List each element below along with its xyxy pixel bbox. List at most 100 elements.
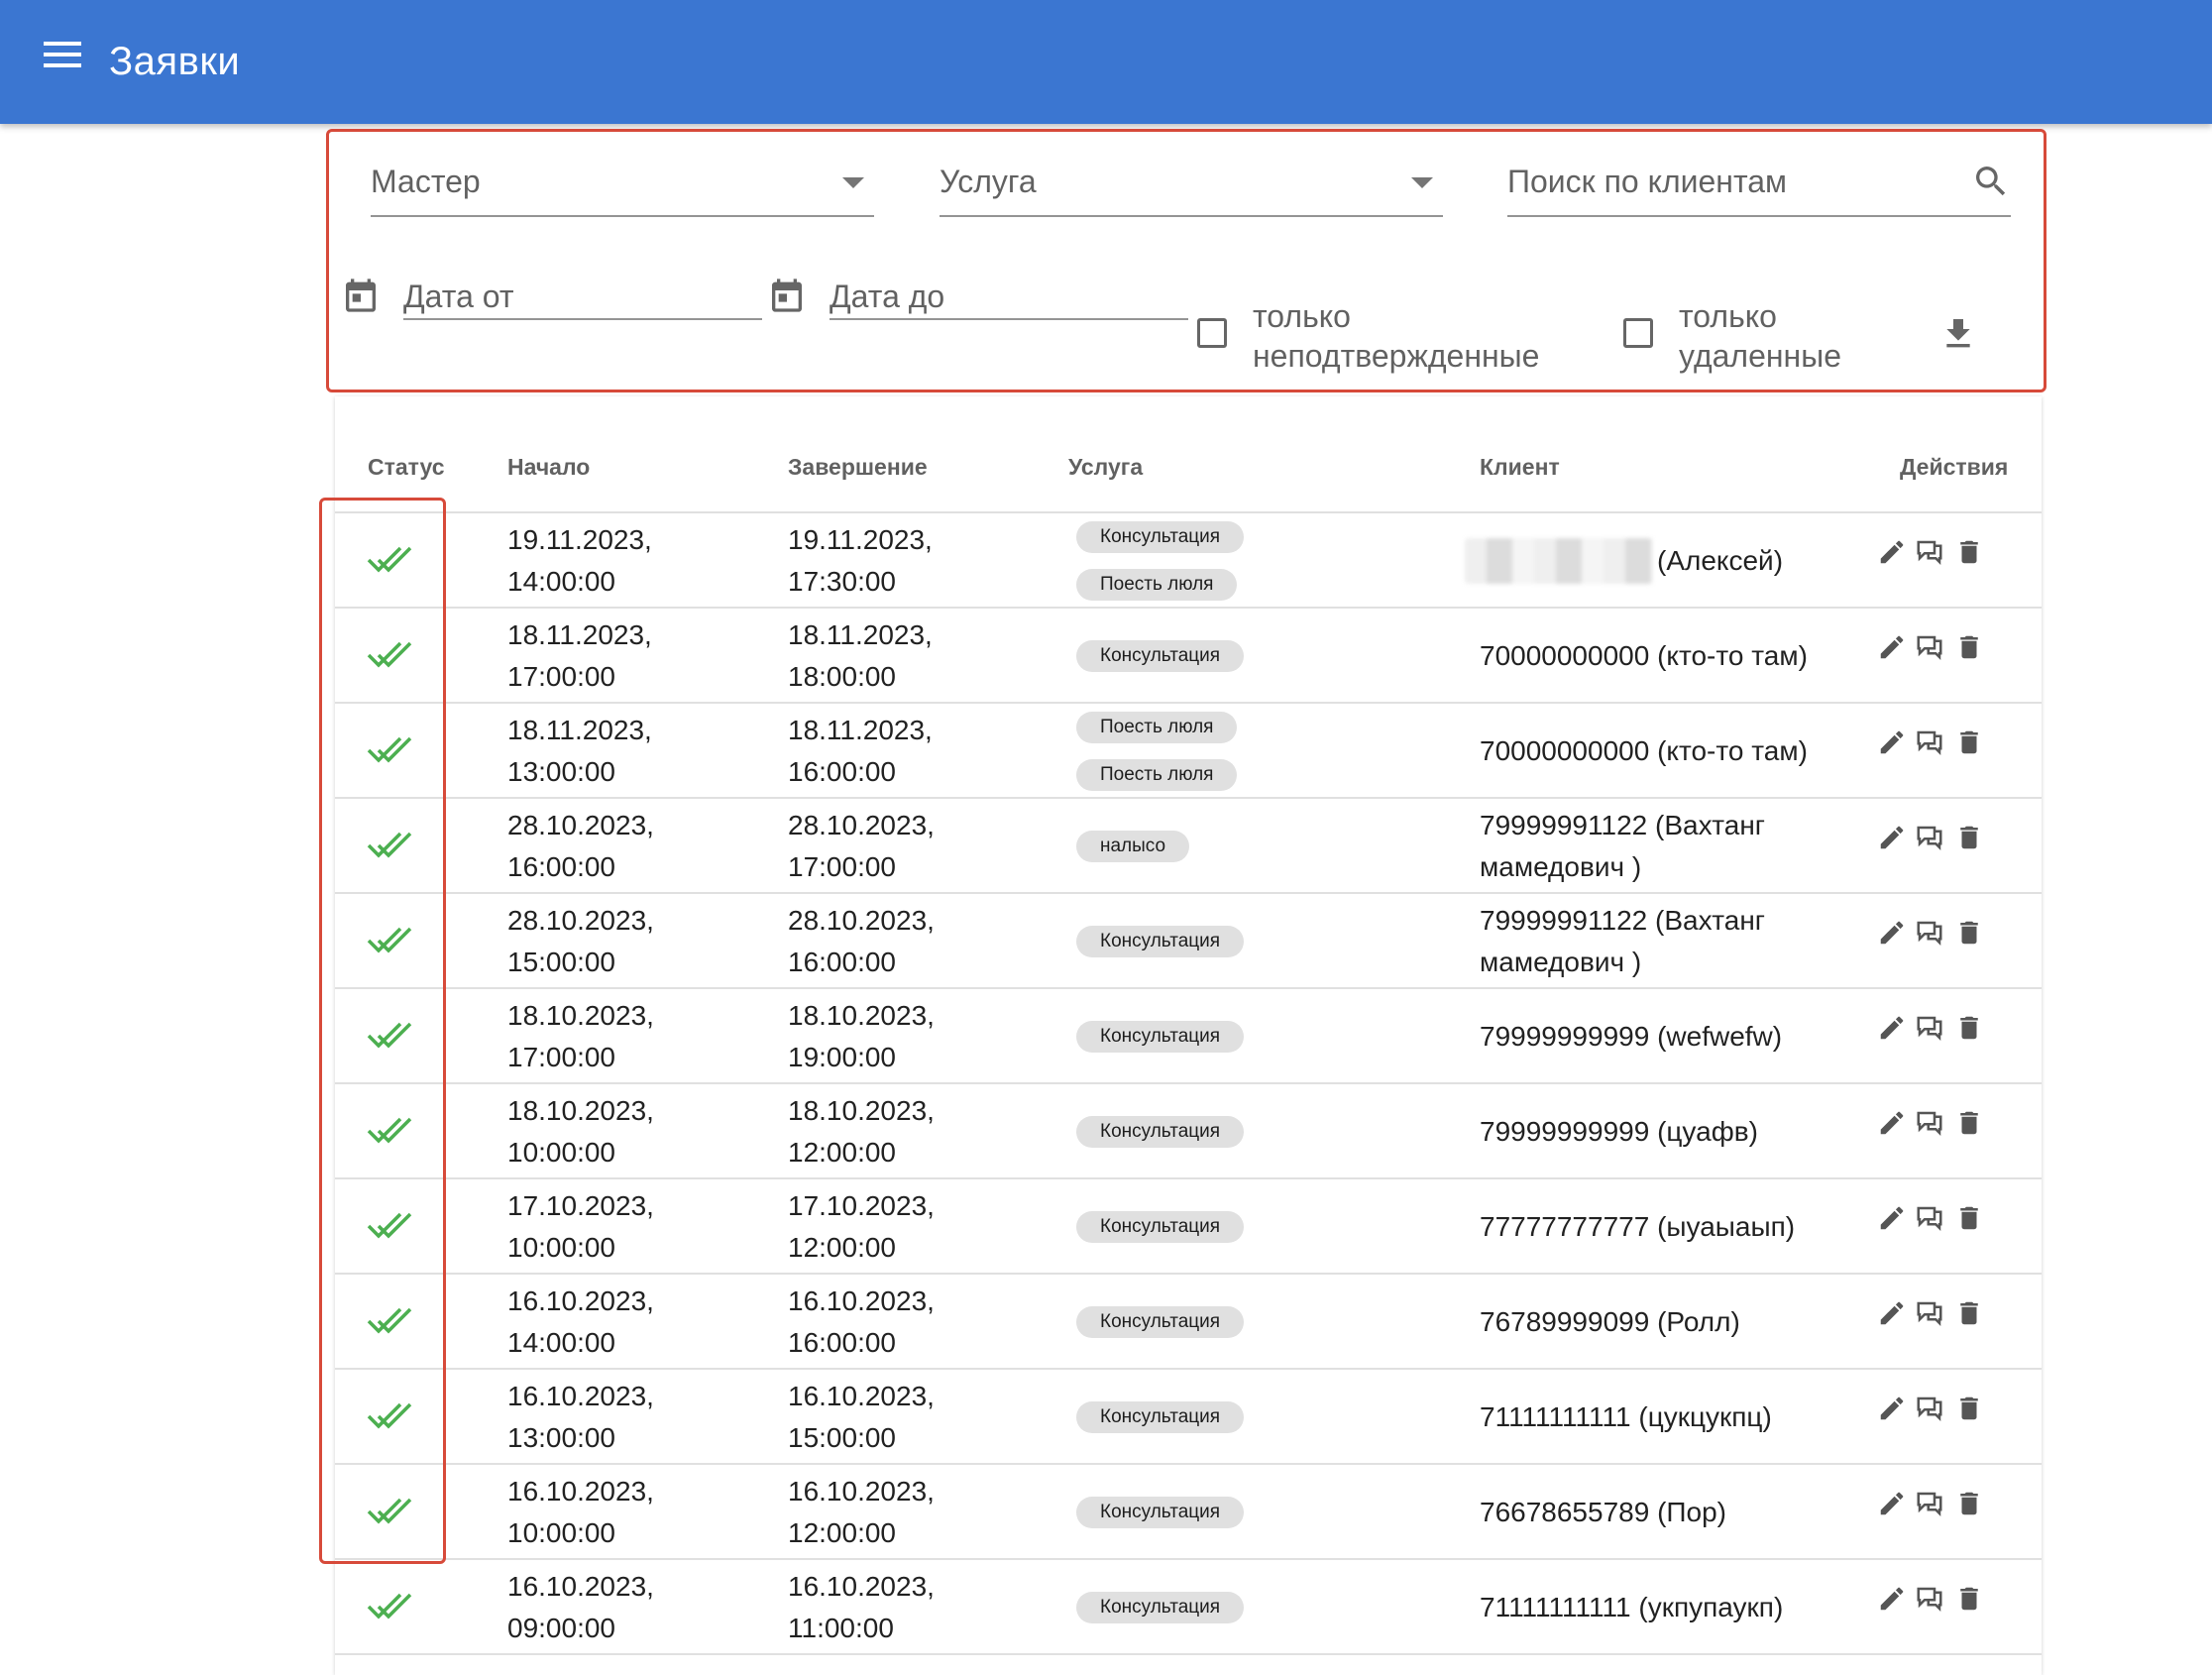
master-select[interactable]: Мастер [371, 132, 874, 217]
service-chip: Консультация [1076, 1401, 1245, 1433]
comment-icon[interactable] [1915, 1203, 1944, 1238]
edit-icon[interactable] [1877, 632, 1907, 667]
start-datetime: 16.10.2023, 09:00:00 [507, 1571, 654, 1643]
service-chip: Консультация [1076, 1116, 1245, 1148]
date-to-input[interactable]: Дата до [830, 271, 1188, 320]
comment-icon[interactable] [1915, 823, 1944, 857]
date-from-input[interactable]: Дата от [403, 271, 762, 320]
edit-icon[interactable] [1877, 918, 1907, 952]
chevron-down-icon [1411, 177, 1433, 188]
client-name: 70000000000 (кто-то там) [1480, 735, 1808, 766]
delete-icon[interactable] [1954, 632, 1984, 667]
double-check-icon [367, 830, 414, 864]
search-icon[interactable] [1971, 162, 2011, 206]
double-check-icon [367, 544, 414, 579]
comment-icon[interactable] [1915, 537, 1944, 572]
comment-icon[interactable] [1915, 1013, 1944, 1048]
download-icon[interactable] [1938, 312, 1978, 361]
delete-icon[interactable] [1954, 1489, 1984, 1523]
delete-icon[interactable] [1954, 1013, 1984, 1048]
service-chip: Консультация [1076, 1021, 1245, 1053]
service-chip: Поесть люля [1076, 759, 1238, 791]
delete-icon[interactable] [1954, 1584, 1984, 1619]
start-datetime: 28.10.2023, 16:00:00 [507, 810, 654, 882]
end-datetime: 18.11.2023, 16:00:00 [788, 715, 933, 787]
only-deleted-checkbox[interactable] [1623, 318, 1653, 348]
edit-icon[interactable] [1877, 823, 1907, 857]
client-name: 77777777777 (ыуаыаып) [1480, 1211, 1796, 1242]
edit-icon[interactable] [1877, 1394, 1907, 1428]
app-bar: Заявки [0, 0, 2212, 124]
delete-icon[interactable] [1954, 823, 1984, 857]
comment-icon[interactable] [1915, 632, 1944, 667]
table-row: 28.10.2023, 15:00:00 28.10.2023, 16:00:00… [335, 894, 2042, 989]
calendar-icon[interactable] [341, 274, 381, 322]
comment-icon[interactable] [1915, 1489, 1944, 1523]
start-datetime: 16.10.2023, 10:00:00 [507, 1476, 654, 1548]
edit-icon[interactable] [1877, 1489, 1907, 1523]
edit-icon[interactable] [1877, 1298, 1907, 1333]
client-name: 76789999099 (Ролл) [1480, 1306, 1740, 1337]
start-datetime: 28.10.2023, 15:00:00 [507, 905, 654, 977]
delete-icon[interactable] [1954, 1108, 1984, 1143]
table-row: 18.11.2023, 13:00:00 18.11.2023, 16:00:00… [335, 704, 2042, 799]
edit-icon[interactable] [1877, 727, 1907, 762]
table-row: 18.11.2023, 17:00:00 18.11.2023, 18:00:00… [335, 609, 2042, 704]
client-name: 71111111111 (укпупаукп) [1480, 1592, 1784, 1622]
only-unconfirmed-label: только неподтвержденные [1253, 298, 1540, 374]
table-row: 16.10.2023, 13:00:00 16.10.2023, 15:00:00… [335, 1370, 2042, 1465]
comment-icon[interactable] [1915, 1298, 1944, 1333]
client-name: 76678655789 (Пор) [1480, 1497, 1726, 1527]
edit-icon[interactable] [1877, 1584, 1907, 1619]
table-row: 17.10.2023, 10:00:00 17.10.2023, 12:00:00… [335, 1179, 2042, 1275]
end-datetime: 17.10.2023, 12:00:00 [788, 1190, 935, 1263]
comment-icon[interactable] [1915, 1584, 1944, 1619]
service-select[interactable]: Услуга [940, 132, 1443, 217]
comment-icon[interactable] [1915, 918, 1944, 952]
double-check-icon [367, 1115, 414, 1150]
client-search-input[interactable]: Поиск по клиентам [1507, 132, 2011, 217]
page-title: Заявки [109, 40, 241, 83]
delete-icon[interactable] [1954, 727, 1984, 762]
end-datetime: 28.10.2023, 17:00:00 [788, 810, 935, 882]
double-check-icon [367, 1496, 414, 1530]
header-start: Начало [507, 454, 591, 480]
end-datetime: 16.10.2023, 11:00:00 [788, 1571, 935, 1643]
comment-icon[interactable] [1915, 1108, 1944, 1143]
master-select-label: Мастер [371, 164, 481, 199]
client-name: 79999991122 (Вахтанг мамедович ) [1480, 810, 1766, 882]
delete-icon[interactable] [1954, 1394, 1984, 1428]
only-unconfirmed-checkbox[interactable] [1197, 318, 1227, 348]
service-chip: Консультация [1076, 1211, 1245, 1243]
double-check-icon [367, 1400, 414, 1435]
delete-icon[interactable] [1954, 1298, 1984, 1333]
edit-icon[interactable] [1877, 1203, 1907, 1238]
comment-icon[interactable] [1915, 1394, 1944, 1428]
delete-icon[interactable] [1954, 1203, 1984, 1238]
double-check-icon [367, 1591, 414, 1625]
end-datetime: 16.10.2023, 15:00:00 [788, 1381, 935, 1453]
double-check-icon [367, 734, 414, 769]
comment-icon[interactable] [1915, 727, 1944, 762]
edit-icon[interactable] [1877, 1013, 1907, 1048]
start-datetime: 16.10.2023, 14:00:00 [507, 1285, 654, 1358]
header-status: Статус [368, 454, 445, 480]
menu-icon[interactable] [44, 40, 95, 83]
delete-icon[interactable] [1954, 537, 1984, 572]
table-row: 16.10.2023, 14:00:00 16.10.2023, 16:00:00… [335, 1275, 2042, 1370]
calendar-icon[interactable] [767, 274, 807, 322]
client-search-placeholder: Поиск по клиентам [1507, 164, 1788, 199]
end-datetime: 18.11.2023, 18:00:00 [788, 619, 933, 692]
client-name: 79999999999 (wefwefw) [1480, 1021, 1783, 1052]
service-chip: налысо [1076, 831, 1190, 862]
client-name: 70000000000 (кто-то там) [1480, 640, 1808, 671]
client-name: 79999999999 (цуафв) [1480, 1116, 1758, 1147]
edit-icon[interactable] [1877, 537, 1907, 572]
service-chip: Поесть люля [1076, 569, 1238, 601]
start-datetime: 18.11.2023, 13:00:00 [507, 715, 652, 787]
delete-icon[interactable] [1954, 918, 1984, 952]
double-check-icon [367, 639, 414, 674]
end-datetime: 19.11.2023, 17:30:00 [788, 524, 933, 597]
header-client: Клиент [1480, 454, 1560, 480]
edit-icon[interactable] [1877, 1108, 1907, 1143]
